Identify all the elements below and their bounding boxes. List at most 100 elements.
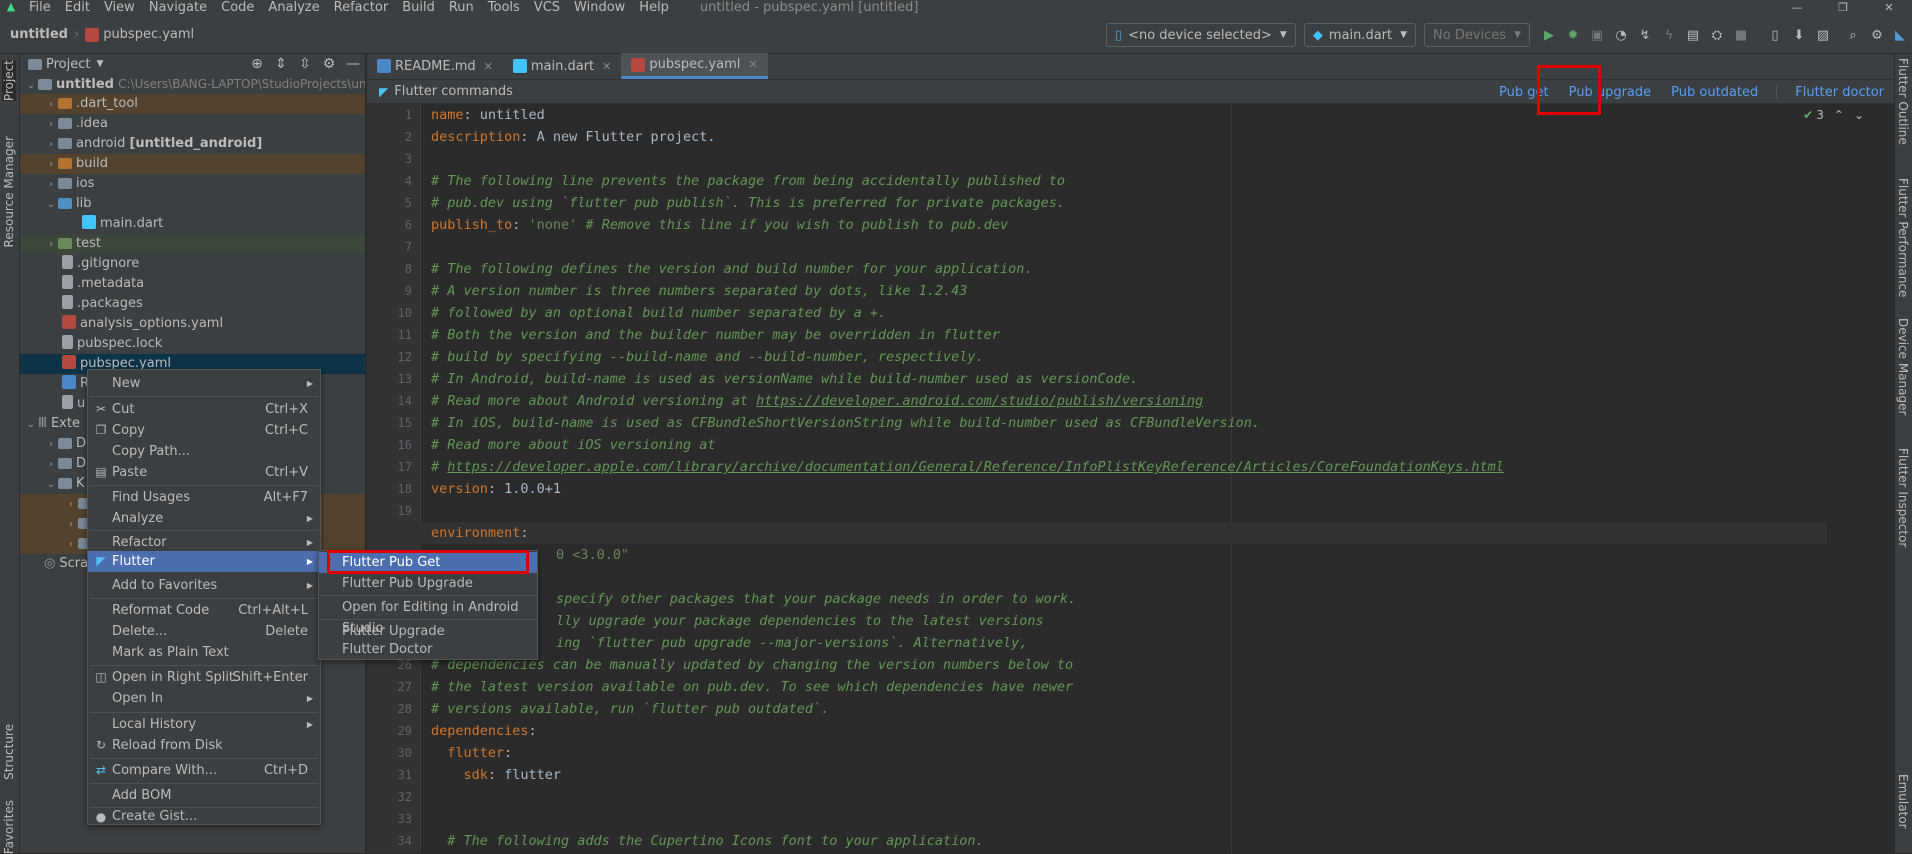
menu-item-delete[interactable]: Delete... Delete [88,621,320,642]
chevron-down-icon[interactable]: ⌄ [1854,108,1864,122]
flutter-doctor-link[interactable]: Flutter doctor [1785,85,1894,100]
menu-item-analyze[interactable]: Analyze ▶ [88,508,320,529]
flutter-outline-tool-tab[interactable]: Flutter Outline [1896,58,1910,145]
tree-item-gitignore[interactable]: .gitignore [20,254,365,274]
breadcrumb-project[interactable]: untitled [10,27,68,42]
debug-icon[interactable]: ✹ [1562,24,1584,46]
android-versioning-link[interactable]: https://developer.android.com/studio/pub… [756,393,1203,409]
locate-file-icon[interactable]: ⊕ [245,56,269,72]
flutter-inspector-tool-tab[interactable]: Flutter Inspector [1896,448,1910,547]
attach-debugger-icon[interactable]: ↯ [1634,24,1656,46]
hot-reload-icon[interactable]: ϟ [1658,24,1680,46]
chevron-up-icon[interactable]: ⌃ [1834,108,1844,122]
submenu-item-flutter-pub-upgrade[interactable]: Flutter Pub Upgrade [319,573,537,594]
layout-inspector-icon[interactable]: ▨ [1812,24,1834,46]
ios-versioning-link[interactable]: https://developer.apple.com/library/arch… [447,459,1504,475]
menu-window[interactable]: Window [567,0,632,16]
tree-item-metadata[interactable]: .metadata [20,274,365,294]
project-tool-tab[interactable]: Project [2,60,16,102]
tree-item-analysis-options[interactable]: analysis_options.yaml [20,314,365,334]
menu-item-refactor[interactable]: Refactor ▶ [88,532,320,553]
expand-all-icon[interactable]: ⇕ [269,56,293,72]
settings-icon[interactable]: ⚙ [1866,24,1888,46]
menu-item-add-bom[interactable]: Add BOM [88,785,320,806]
menu-help[interactable]: Help [632,0,676,16]
menu-item-add-favorites[interactable]: Add to Favorites ▶ [88,575,320,596]
submenu-item-open-android-studio[interactable]: Open for Editing in Android Studio [319,597,537,636]
pub-upgrade-link[interactable]: Pub upgrade [1559,85,1662,100]
restore-icon[interactable]: ❐ [1820,0,1866,16]
menu-tools[interactable]: Tools [481,0,527,16]
menu-item-cut[interactable]: ✂ Cut Ctrl+X [88,399,320,420]
device-manager-icon[interactable]: ▯ [1764,24,1786,46]
tree-item-dart-tool[interactable]: › .dart_tool [20,94,365,114]
tree-item-lib[interactable]: ⌄ lib [20,194,365,214]
minimize-icon[interactable]: — [1774,0,1820,16]
menu-run[interactable]: Run [442,0,481,16]
favorites-tool-tab[interactable]: Favorites [2,800,16,854]
menu-item-open-right-split[interactable]: ◫ Open in Right Split Shift+Enter [88,667,320,688]
android-icon[interactable]: ◣ [1890,24,1910,46]
tab-pubspec-yaml[interactable]: pubspec.yaml ✕ [621,53,768,79]
stop-icon[interactable]: ■ [1730,24,1752,46]
tree-item-packages[interactable]: .packages [20,294,365,314]
menu-item-copy-path[interactable]: Copy Path... [88,441,320,462]
project-panel-title[interactable]: Project [46,57,90,72]
menu-item-flutter[interactable]: ◤ Flutter ▶ [88,551,320,572]
submenu-item-flutter-doctor[interactable]: Flutter Doctor [319,639,537,660]
sdk-manager-icon[interactable]: ⬇ [1788,24,1810,46]
breadcrumb-file[interactable]: pubspec.yaml [103,27,194,42]
menu-code[interactable]: Code [214,0,261,16]
close-icon[interactable]: ✕ [484,60,493,73]
structure-tool-tab[interactable]: Structure [2,724,16,780]
run-coverage-icon[interactable]: ▣ [1586,24,1608,46]
close-icon[interactable]: ✕ [602,60,611,73]
close-window-icon[interactable]: ✕ [1866,0,1912,16]
menu-item-reformat[interactable]: Reformat Code Ctrl+Alt+L [88,600,320,621]
search-icon[interactable]: ⌕ [1842,24,1864,46]
hide-panel-icon[interactable]: — [341,56,365,72]
tree-item-android[interactable]: › android [untitled_android] [20,134,365,154]
menu-item-create-gist[interactable]: ● Create Gist... [88,809,320,825]
menu-view[interactable]: View [97,0,142,16]
menu-vcs[interactable]: VCS [527,0,567,16]
collapse-all-icon[interactable]: ⇳ [293,56,317,72]
inspection-widget[interactable]: ✔ 3 ⌃ ⌄ [1793,108,1864,122]
tree-item-build[interactable]: › build [20,154,365,174]
menu-file[interactable]: File [22,0,58,16]
tab-readme[interactable]: README.md ✕ [367,53,503,79]
menu-item-open-in[interactable]: Open In ▶ [88,688,320,709]
device-manager-tool-tab[interactable]: Device Manager [1896,318,1910,415]
menu-refactor[interactable]: Refactor [327,0,396,16]
flutter-performance-tool-tab[interactable]: Flutter Performance [1896,178,1910,297]
menu-item-find-usages[interactable]: Find Usages Alt+F7 [88,487,320,508]
tree-item-pubspec-lock[interactable]: pubspec.lock [20,334,365,354]
resource-manager-tool-tab[interactable]: Resource Manager [2,136,16,247]
profile-icon[interactable]: ◔ [1610,24,1632,46]
menu-item-copy[interactable]: ❐ Copy Ctrl+C [88,420,320,441]
emulator-tool-tab[interactable]: Emulator [1896,774,1910,829]
hot-restart-icon[interactable]: ▤ [1682,24,1704,46]
flutter-inspector-icon[interactable]: ⛭ [1706,24,1728,46]
menu-item-paste[interactable]: ▤ Paste Ctrl+V [88,462,320,483]
tree-item-main-dart[interactable]: main.dart [20,214,365,234]
chevron-down-icon[interactable]: ▼ [96,59,103,69]
menu-item-reload[interactable]: ↻ Reload from Disk [88,735,320,756]
menu-analyze[interactable]: Analyze [261,0,326,16]
code-editor[interactable]: 1234567891011121314151617181920262728293… [367,104,1894,853]
menu-item-local-history[interactable]: Local History ▶ [88,714,320,735]
device-selector[interactable]: ▯ <no device selected> ▼ [1105,23,1296,47]
tab-main-dart[interactable]: main.dart ✕ [503,53,622,79]
menu-navigate[interactable]: Navigate [142,0,214,16]
run-icon[interactable]: ▶ [1538,24,1560,46]
submenu-item-flutter-pub-get[interactable]: Flutter Pub Get [319,552,537,573]
pub-get-link[interactable]: Pub get [1489,85,1559,100]
pub-outdated-link[interactable]: Pub outdated [1661,85,1768,100]
menu-item-mark-plain-text[interactable]: Mark as Plain Text [88,642,320,663]
menu-edit[interactable]: Edit [58,0,97,16]
menu-item-new[interactable]: New ▶ [88,373,320,394]
tree-root[interactable]: ⌄ untitled C:\Users\BANG-LAPTOP\StudioPro… [20,74,365,94]
devices-selector[interactable]: No Devices ▼ [1424,23,1530,47]
menu-item-compare[interactable]: ⇄ Compare With... Ctrl+D [88,760,320,781]
menu-build[interactable]: Build [395,0,442,16]
